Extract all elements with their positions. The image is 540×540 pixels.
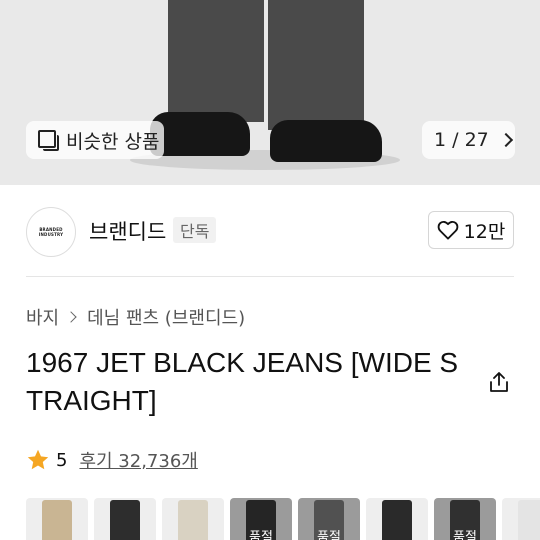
color-thumbnail[interactable] [162, 498, 224, 540]
brand-logo[interactable]: BRANDED INDUSTRY [26, 207, 76, 257]
thumbnail-image [518, 500, 540, 540]
breadcrumb: 바지 데님 팬츠 (브랜디드) [26, 304, 245, 330]
image-pager-count: 1 / 27 [434, 129, 489, 151]
color-thumbnail[interactable]: 품절 [298, 498, 360, 540]
rating-score: 5 [56, 449, 68, 471]
similar-products-button[interactable]: 비슷한 상품 [26, 121, 164, 159]
review-count-link[interactable]: 후기 32,736개 [79, 447, 197, 473]
color-thumbnail[interactable] [94, 498, 156, 540]
color-thumbnails: 품절 품절 품절 [26, 498, 540, 540]
chevron-right-icon [498, 132, 513, 148]
like-button[interactable]: 12만 [428, 211, 514, 249]
color-thumbnail[interactable]: 품절 [434, 498, 496, 540]
thumbnail-image [110, 500, 140, 540]
like-count: 12만 [463, 220, 506, 243]
jeans-right-leg [268, 0, 364, 130]
rating-row: 5 후기 32,736개 [26, 447, 198, 473]
share-icon[interactable] [487, 370, 511, 394]
breadcrumb-item-category[interactable]: 바지 [26, 304, 59, 330]
color-thumbnail[interactable] [502, 498, 540, 540]
divider [26, 276, 514, 277]
brand-logo-text: BRANDED INDUSTRY [38, 227, 64, 237]
product-title: 1967 JET BLACK JEANS [WIDE STRAIGHT] [26, 347, 459, 416]
thumbnail-image [42, 500, 72, 540]
exclusive-badge: 단독 [173, 217, 217, 243]
soldout-label: 품절 [298, 498, 360, 540]
heart-icon [437, 220, 458, 240]
similar-items-icon [38, 130, 59, 151]
shoe-right [270, 120, 382, 162]
thumbnail-image [178, 500, 208, 540]
color-thumbnail[interactable] [366, 498, 428, 540]
brand-name[interactable]: 브랜디드 [89, 216, 166, 246]
color-thumbnail[interactable] [26, 498, 88, 540]
image-pager-button[interactable]: 1 / 27 [422, 121, 515, 159]
shoe-left [150, 112, 250, 156]
jeans-left-leg [168, 0, 264, 122]
similar-products-label: 비슷한 상품 [66, 130, 160, 153]
color-thumbnail[interactable]: 품절 [230, 498, 292, 540]
soldout-label: 품절 [230, 498, 292, 540]
soldout-label: 품절 [434, 498, 496, 540]
thumbnail-image [382, 500, 412, 540]
breadcrumb-item-subcategory[interactable]: 데님 팬츠 (브랜디드) [87, 304, 245, 330]
star-icon [27, 449, 49, 470]
chevron-right-icon [65, 311, 77, 323]
product-image[interactable]: 비슷한 상품 1 / 27 [0, 0, 540, 185]
